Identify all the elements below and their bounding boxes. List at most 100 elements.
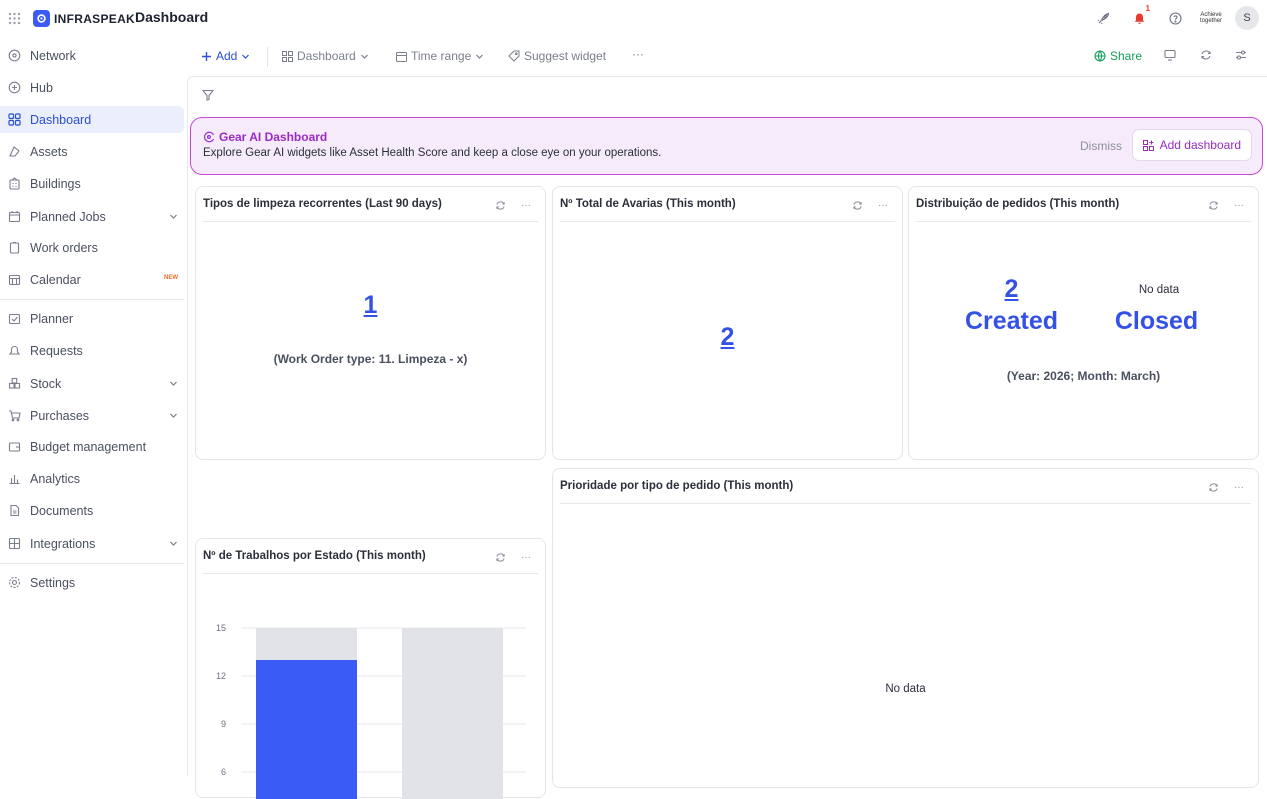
chevron-down-icon (170, 381, 177, 386)
more-icon[interactable]: ··· (876, 198, 890, 212)
refresh-icon[interactable] (1206, 198, 1220, 212)
widget-divider (916, 221, 1251, 222)
sidebar-item-label: Stock (30, 376, 62, 391)
sidebar-item-label: Documents (30, 503, 94, 518)
widget-caption: (Year: 2026; Month: March) (1006, 369, 1161, 383)
notification-count: 1 (1145, 4, 1150, 13)
plus-icon (202, 51, 211, 61)
tv-mode-button[interactable] (1164, 49, 1176, 61)
sidebar-divider (0, 563, 184, 564)
add-button[interactable]: Add (201, 49, 250, 63)
more-icon[interactable]: ··· (1232, 480, 1246, 494)
settings-sliders-button[interactable] (1235, 49, 1247, 61)
y-tick-label: 9 (221, 719, 226, 729)
sidebar-item-dashboard[interactable]: Dashboard (0, 106, 184, 133)
building-icon (9, 177, 20, 190)
sidebar-item-label: Planner (30, 311, 74, 326)
sidebar-item-label: Calendar (30, 272, 81, 287)
brand-logo[interactable]: INFRASPEAK (33, 10, 135, 27)
new-badge: NEW (164, 275, 178, 281)
widget-distribuicao-pedidos: Distribuição de pedidos (This month) ···… (908, 186, 1259, 460)
sidebar-item-requests[interactable]: Requests (0, 337, 184, 364)
dashboard-toolbar: Add Dashboard Time range Suggest widget … (188, 41, 1267, 71)
widget-total-avarias: Nº Total de Avarias (This month) ··· 2 (552, 186, 903, 460)
share-button-label: Share (1110, 49, 1143, 63)
closed-label: Closed (1114, 307, 1199, 335)
sidebar-item-stock[interactable]: Stock (0, 370, 184, 397)
sidebar-item-planner[interactable]: Planner (0, 305, 184, 332)
sidebar-item-label: Analytics (30, 471, 81, 486)
share-button[interactable]: Share (1094, 49, 1142, 63)
sidebar-item-label: Purchases (30, 408, 90, 423)
time-range-select[interactable]: Time range (396, 49, 484, 63)
y-tick-label: 12 (216, 671, 226, 681)
dismiss-button[interactable]: Dismiss (1080, 139, 1122, 153)
sidebar-item-label: Planned Jobs (30, 209, 106, 224)
chart-bar[interactable] (402, 628, 503, 799)
sidebar-item-buildings[interactable]: Buildings (0, 170, 184, 197)
notifications-button[interactable]: 1 (1127, 4, 1151, 30)
time-range-label: Time range (411, 49, 472, 63)
dashboard-select[interactable]: Dashboard (282, 49, 369, 63)
sidebar-item-label: Work orders (30, 240, 98, 255)
refresh-icon[interactable] (1206, 480, 1220, 494)
bar-chart-icon (9, 475, 20, 485)
calendar-icon (8, 274, 21, 286)
dashboard-icon (282, 50, 293, 62)
help-icon[interactable] (1163, 6, 1187, 30)
suggest-widget-button[interactable]: Suggest widget (508, 49, 606, 63)
dashboard-select-label: Dashboard (297, 49, 356, 63)
more-options-button[interactable]: ··· (632, 47, 644, 61)
wallet-icon (8, 442, 21, 452)
widget-divider (203, 221, 538, 222)
avatar[interactable]: S (1235, 6, 1259, 30)
sidebar-item-settings[interactable]: Settings (0, 569, 184, 596)
sidebar-item-budget-management[interactable]: Budget management (0, 433, 184, 460)
brand-logo-icon (33, 10, 50, 27)
sidebar-item-network[interactable]: Network (0, 42, 184, 69)
sidebar: Network Hub Dashboard Assets Buildings P… (0, 40, 188, 776)
refresh-icon[interactable] (850, 198, 864, 212)
more-icon[interactable]: ··· (519, 198, 533, 212)
sidebar-item-work-orders[interactable]: Work orders (0, 234, 184, 261)
sidebar-item-label: Settings (30, 575, 76, 590)
gear-icon (8, 576, 21, 589)
refresh-icon (1201, 50, 1211, 60)
sidebar-item-assets[interactable]: Assets (0, 138, 184, 165)
widget-value[interactable]: 2 (553, 323, 902, 352)
add-dashboard-button[interactable]: Add dashboard (1131, 129, 1252, 161)
sliders-icon (1236, 50, 1246, 60)
organization-logo[interactable]: Achieve together (1199, 6, 1223, 30)
chevron-down-icon (360, 54, 368, 59)
filter-icon[interactable] (202, 89, 214, 101)
widget-value[interactable]: 1 (196, 291, 545, 320)
y-tick-label: 15 (216, 623, 226, 633)
planner-icon (8, 313, 21, 325)
refresh-button[interactable] (1200, 49, 1212, 61)
tag-icon (508, 50, 520, 62)
hub-icon (8, 81, 21, 94)
sidebar-item-label: Hub (30, 80, 53, 95)
sidebar-item-documents[interactable]: Documents (0, 497, 184, 524)
sidebar-item-label: Budget management (30, 439, 147, 454)
widget-divider (560, 503, 1251, 504)
sidebar-item-label: Integrations (30, 536, 96, 551)
more-icon[interactable]: ··· (1232, 198, 1246, 212)
sidebar-item-integrations[interactable]: Integrations (0, 530, 184, 557)
toolbar-divider (267, 47, 268, 67)
sidebar-item-calendar[interactable]: Calendar NEW (0, 266, 184, 293)
brand-name: INFRASPEAK (54, 11, 136, 26)
monitor-icon (1164, 49, 1176, 61)
bell-icon (1134, 13, 1144, 24)
widget-divider (560, 221, 895, 222)
sidebar-item-hub[interactable]: Hub (0, 74, 184, 101)
sidebar-item-label: Dashboard (30, 112, 92, 127)
sidebar-item-purchases[interactable]: Purchases (0, 402, 184, 429)
chart-bar[interactable] (256, 660, 357, 799)
refresh-icon[interactable] (493, 198, 507, 212)
chevron-down-icon (170, 413, 177, 418)
rocket-icon[interactable] (1091, 6, 1115, 30)
sidebar-item-analytics[interactable]: Analytics (0, 465, 184, 492)
app-launcher-icon[interactable] (8, 12, 21, 25)
sidebar-item-planned-jobs[interactable]: Planned Jobs (0, 203, 184, 230)
